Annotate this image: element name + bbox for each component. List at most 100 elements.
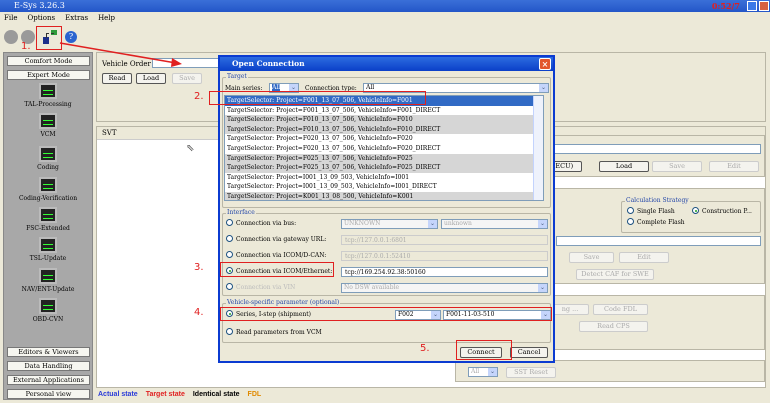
- coding-button[interactable]: ng ...: [551, 304, 589, 315]
- help-icon[interactable]: ?: [65, 31, 77, 43]
- list-item[interactable]: TargetSelector: Project=F010_13_07_506, …: [225, 124, 543, 135]
- tool-label: Coding: [37, 164, 59, 171]
- tool-coding-verification[interactable]: Coding-Verification: [4, 177, 92, 202]
- menu-extras[interactable]: Extras: [65, 14, 88, 22]
- radio-label: Read parameters from VCM: [236, 329, 322, 336]
- data-handling-button[interactable]: Data Handling: [7, 361, 90, 371]
- list-scrollbar[interactable]: [533, 96, 543, 200]
- list-item[interactable]: TargetSelector: Project=F020_13_07_506, …: [225, 144, 543, 154]
- title-bar: E-Sys 3.26.3 0:52/7: [0, 0, 770, 12]
- menu-options[interactable]: Options: [27, 14, 55, 22]
- vehicle-order-label: Vehicle Order: [102, 60, 151, 68]
- save2-button[interactable]: Save: [569, 252, 614, 263]
- list-item[interactable]: TargetSelector: Project=I001_13_09_503, …: [225, 173, 543, 183]
- annotation-box-4: [220, 307, 552, 321]
- list-item[interactable]: TargetSelector: Project=K001_13_08_500, …: [225, 191, 543, 200]
- construction-radio[interactable]: Construction P...: [692, 207, 752, 216]
- maximize-icon[interactable]: [747, 1, 757, 11]
- read-vcm-radio[interactable]: Read parameters from VCM: [226, 328, 322, 337]
- interface-group: Interface Connection via bus: UNKNOWN ⌄ u…: [222, 209, 551, 296]
- dialog-title-bar: Open Connection ×: [220, 57, 553, 71]
- dcan-input[interactable]: tcp://127.0.0.1:52410: [341, 251, 548, 261]
- via-gateway-radio[interactable]: Connection via gateway URL:: [226, 235, 326, 244]
- right-save-button[interactable]: Save: [652, 161, 702, 172]
- radio-label: Connection via bus:: [236, 220, 297, 227]
- external-applications-button[interactable]: External Applications: [7, 375, 90, 385]
- state-legend: Actual state Target state Identical state F…: [98, 390, 269, 398]
- close-window-icon[interactable]: [759, 1, 769, 11]
- monitor-icon: [39, 83, 57, 99]
- monitor-icon: [39, 298, 57, 314]
- annotation-box-1: [36, 26, 62, 50]
- bus-type-dropdown[interactable]: unknown ⌄: [441, 219, 548, 229]
- right-load-button[interactable]: Load: [599, 161, 649, 172]
- tool-fsc-extended[interactable]: FSC-Extended: [4, 207, 92, 232]
- sst-reset-button[interactable]: SST Reset: [506, 367, 556, 378]
- via-vin-radio[interactable]: Connection via VIN: [226, 283, 295, 292]
- code-fdl-button[interactable]: Code FDL: [593, 304, 648, 315]
- edit2-button[interactable]: Edit: [619, 252, 669, 263]
- complete-flash-radio[interactable]: Complete Flash: [627, 218, 685, 227]
- app-title: E-Sys 3.26.3: [14, 1, 65, 10]
- menu-help[interactable]: Help: [98, 14, 115, 22]
- right-edit-button[interactable]: Edit: [709, 161, 759, 172]
- dropdown-value: unknown: [444, 220, 472, 227]
- tool-label: TAL-Processing: [24, 101, 72, 108]
- read-button[interactable]: Read: [102, 73, 132, 84]
- dialog-title: Open Connection: [232, 59, 305, 68]
- personal-view-button[interactable]: Personal view: [7, 389, 90, 399]
- radio-label: Connection via gateway URL:: [236, 236, 327, 243]
- list-item[interactable]: TargetSelector: Project=F025_13_07_506, …: [225, 163, 543, 173]
- expert-mode-button[interactable]: Expert Mode: [7, 70, 90, 80]
- list-item[interactable]: TargetSelector: Project=I001_13_09_503, …: [225, 182, 543, 192]
- gateway-url-input[interactable]: tcp://127.0.0.1:6801: [341, 235, 548, 245]
- tool-obd-cvn[interactable]: OBD-CVN: [4, 298, 92, 323]
- detect-caf-button[interactable]: Detect CAF for SWE: [576, 269, 654, 280]
- list-item[interactable]: TargetSelector: Project=F001_13_07_506, …: [225, 106, 543, 116]
- toolbar-button-1[interactable]: [4, 30, 18, 44]
- right-panel-4: All ⌄ SST Reset: [455, 360, 765, 382]
- vin-dropdown[interactable]: No DSW available ⌄: [341, 283, 548, 293]
- mouse-cursor-icon: ⇖: [186, 143, 195, 154]
- monitor-icon: [39, 237, 57, 253]
- left-panel: Comfort Mode Expert Mode TAL-Processing …: [3, 52, 93, 400]
- legend-identical: Identical state: [192, 391, 240, 398]
- read-cps-button[interactable]: Read CPS: [579, 321, 648, 332]
- bus-dropdown[interactable]: UNKNOWN ⌄: [341, 219, 438, 229]
- load-button[interactable]: Load: [136, 73, 166, 84]
- tool-tsl-update[interactable]: TSL-Update: [4, 237, 92, 262]
- right-input-2[interactable]: [556, 236, 761, 246]
- ethernet-input[interactable]: tcp://169.254.92.38:50160: [341, 267, 548, 277]
- radio-label: Construction P...: [702, 208, 752, 215]
- via-dcan-radio[interactable]: Connection via ICOM/D-CAN:: [226, 251, 326, 260]
- annotation-box-3: [220, 262, 334, 277]
- close-icon[interactable]: ×: [539, 58, 551, 70]
- tool-label: TSL-Update: [29, 255, 67, 262]
- monitor-icon: [39, 207, 57, 223]
- tool-coding[interactable]: Coding: [4, 146, 92, 171]
- group-label: Interface: [226, 209, 256, 216]
- target-list[interactable]: TargetSelector: Project=F001_13_07_506, …: [224, 95, 544, 201]
- list-item[interactable]: TargetSelector: Project=F025_13_07_506, …: [225, 153, 543, 164]
- tool-label: Coding-Verification: [18, 195, 78, 202]
- radio-label: Connection via VIN: [236, 284, 296, 291]
- annotation-1: 1.: [21, 41, 31, 52]
- save-button[interactable]: Save: [172, 73, 202, 84]
- single-flash-radio[interactable]: Single Flash: [627, 207, 675, 216]
- tool-nav-ent-update[interactable]: NAV/ENT-Update: [4, 268, 92, 293]
- editors-viewers-button[interactable]: Editors & Viewers: [7, 347, 90, 357]
- comfort-mode-button[interactable]: Comfort Mode: [7, 56, 90, 66]
- cancel-button[interactable]: Cancel: [510, 347, 548, 358]
- list-item[interactable]: TargetSelector: Project=F010_13_07_506, …: [225, 115, 543, 125]
- tool-vcm[interactable]: VCM: [4, 113, 92, 138]
- annotation-4: 4.: [194, 307, 204, 318]
- radio-label: Connection via ICOM/D-CAN:: [236, 252, 327, 259]
- tool-tal-processing[interactable]: TAL-Processing: [4, 83, 92, 108]
- dropdown-value: All: [366, 84, 375, 91]
- all-dropdown[interactable]: All ⌄: [468, 367, 498, 377]
- list-item[interactable]: TargetSelector: Project=F020_13_07_506, …: [225, 134, 543, 144]
- menu-file[interactable]: File: [4, 14, 17, 22]
- monitor-icon: [39, 177, 57, 193]
- dropdown-value: No DSW available: [344, 284, 400, 291]
- via-bus-radio[interactable]: Connection via bus:: [226, 219, 296, 228]
